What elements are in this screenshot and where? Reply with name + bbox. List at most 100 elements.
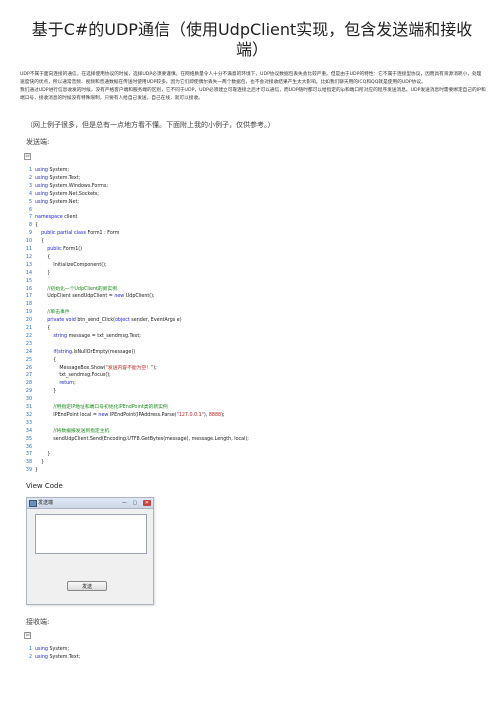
message-textbox[interactable] xyxy=(35,514,147,554)
code-keyword: private void xyxy=(47,318,76,324)
sender-code-block: ⊟ 1 using System; 2 using System.Text; 3 usin… xyxy=(24,153,484,475)
code-text: { xyxy=(35,223,39,229)
code-line: 22 string message = txt_sendmsg.Text; xyxy=(24,333,141,340)
code-text: btn_send_Click( xyxy=(75,318,115,324)
code-text: UdpClient sendUdpClient = xyxy=(35,294,115,300)
receiver-label: 接收端: xyxy=(26,618,50,626)
code-comment: //单击事件 xyxy=(47,310,70,316)
code-text: } xyxy=(35,270,51,276)
code-text: InitializeComponent(); xyxy=(35,262,107,268)
code-line: 35 sendUdpClient.Send(Encoding.UTF8.GetB… xyxy=(24,436,249,443)
page: 基于C#的UDP通信（使用UdpClient实现，包含发送端和接收端） UDP不… xyxy=(0,0,504,713)
code-keyword: new xyxy=(114,294,125,300)
line-number: 8 xyxy=(28,223,32,229)
collapse-icon[interactable]: ⊟ xyxy=(24,153,31,160)
intro-paragraph-1: UDP不属于面向连接的通信，在选择使用协议的时候，选择UDP必须要谨慎。在网络质… xyxy=(20,72,482,85)
line-number: 12 xyxy=(25,254,32,260)
code-string: "127.0.0.1" xyxy=(176,412,204,418)
code-line: 26 MessageBox.Show("发送内容不能为空！"); xyxy=(24,365,157,372)
line-number: 2 xyxy=(28,654,32,660)
sender-window-screenshot: 发送端 — ▢ ✕ 发送 xyxy=(26,497,154,605)
code-text: sender, EventArgs e) xyxy=(129,318,182,324)
line-number: 25 xyxy=(25,357,32,363)
code-line: 12 { xyxy=(24,254,50,261)
code-comment: //将数据报发送到指定主机 xyxy=(53,428,110,434)
code-keyword: namespace xyxy=(35,215,63,221)
code-line: 32 IPEndPoint local = new IPEndPoint(IPA… xyxy=(24,412,225,419)
line-number: 5 xyxy=(28,199,32,205)
line-number: 23 xyxy=(25,341,32,347)
code-keyword: using xyxy=(35,199,48,205)
window-title: 发送端 xyxy=(38,500,54,506)
code-line: 8{ xyxy=(24,222,38,229)
line-number: 19 xyxy=(25,310,32,316)
code-line: 19 //单击事件 xyxy=(24,309,70,316)
code-text: ; xyxy=(74,381,76,387)
line-number: 21 xyxy=(25,326,32,331)
line-number: 28 xyxy=(25,381,32,387)
code-text: System.Net.Sockets; xyxy=(47,191,100,197)
code-line: 11 public Form1() xyxy=(24,246,82,253)
line-number: 31 xyxy=(25,405,32,410)
code-line: 4 using System.Net.Sockets; xyxy=(24,191,99,198)
line-number: 27 xyxy=(25,373,32,379)
line-number: 1 xyxy=(28,647,32,652)
code-line: 36 xyxy=(24,444,35,451)
line-number: 24 xyxy=(25,349,32,355)
view-code-link[interactable]: View Code xyxy=(26,482,63,490)
collapse-icon[interactable]: ⊟ xyxy=(24,632,31,639)
code-line: 14 } xyxy=(24,270,50,277)
code-text: System; xyxy=(47,647,69,652)
receiver-code-block: ⊟ 1 using System; 2 using System.Text; xyxy=(24,632,484,662)
close-icon[interactable]: ✕ xyxy=(142,500,151,506)
code-text: { xyxy=(35,357,57,363)
code-line: 29 } xyxy=(24,388,56,395)
sender-label: 发送端: xyxy=(26,138,50,146)
code-comment: //初始化一个UdpClient的新实例 xyxy=(47,286,118,292)
code-line: 6 xyxy=(24,207,35,214)
code-line: 38 } xyxy=(24,459,44,466)
minimize-maximize-icons[interactable]: — ▢ xyxy=(122,500,139,506)
code-line: 28 return; xyxy=(24,380,76,387)
code-keyword: using xyxy=(35,647,48,652)
note-text: （网上例子很多，但是总有一点地方看不懂。下面附上我的小例子，仅供参考。） xyxy=(26,121,275,129)
code-line: 16 //初始化一个UdpClient的新实例 xyxy=(24,286,117,293)
code-text: } xyxy=(35,452,51,458)
code-line: 39} xyxy=(24,467,38,474)
code-keyword: string xyxy=(58,349,72,355)
intro-paragraph-2: 我们通过UDP进行信息收发的时候，没有严格客户端和服务端的区别，它不同于UDP，… xyxy=(20,88,486,101)
code-line: 20 private void btn_send_Click(object se… xyxy=(24,317,182,324)
line-number: 11 xyxy=(25,247,32,252)
code-text: { xyxy=(35,254,51,260)
code-text: } xyxy=(35,460,45,466)
line-number: 37 xyxy=(25,452,32,458)
line-number: 18 xyxy=(25,302,32,308)
line-number: 26 xyxy=(25,365,32,371)
line-number: 39 xyxy=(25,468,32,474)
line-number: 13 xyxy=(25,262,32,268)
line-number: 35 xyxy=(25,436,32,442)
code-line: 15 xyxy=(24,278,35,285)
line-number: 32 xyxy=(25,412,32,418)
line-number: 20 xyxy=(25,318,32,324)
code-text: sendUdpClient.Send(Encoding.UTF8.GetByte… xyxy=(35,436,249,442)
code-text: IPEndPoint local = xyxy=(35,412,99,418)
line-number: 4 xyxy=(28,191,32,197)
code-line: 9 public partial class Form1 : Form xyxy=(24,230,119,237)
code-text: UdpClient(); xyxy=(124,294,155,300)
code-line: 17 UdpClient sendUdpClient = new UdpClie… xyxy=(24,293,155,300)
code-text: ); xyxy=(153,365,157,371)
line-number: 9 xyxy=(28,231,32,237)
line-number: 22 xyxy=(25,333,32,339)
code-line: 27 txt_sendmsg.Focus(); xyxy=(24,372,111,379)
code-text: message = txt_sendmsg.Text; xyxy=(67,333,141,339)
send-button[interactable]: 发送 xyxy=(67,581,107,591)
line-number: 15 xyxy=(25,278,32,284)
